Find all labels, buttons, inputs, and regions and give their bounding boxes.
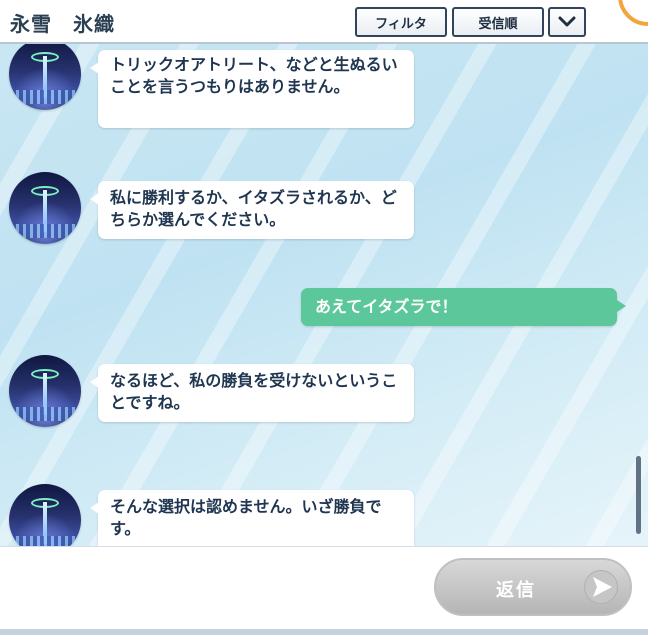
my-message-bubble: あえてイタズラで！ bbox=[301, 288, 626, 326]
avatar bbox=[9, 44, 81, 110]
reply-button[interactable]: 返信 bbox=[434, 558, 632, 616]
message-bubble: 私に勝利するか、イタズラされるか、どちらか選んでください。 bbox=[90, 181, 414, 239]
chevron-down-icon bbox=[558, 16, 576, 27]
send-icon bbox=[584, 570, 618, 604]
reply-label: 返信 bbox=[496, 580, 536, 601]
sort-order-button[interactable]: 受信順 bbox=[452, 7, 544, 37]
message-bubble: トリックオアトリート、などと生ぬるいことを言うつもりはありません。 bbox=[90, 50, 414, 128]
bottom-divider bbox=[0, 629, 648, 635]
message-text: トリックオアトリート、などと生ぬるいことを言うつもりはありません。 bbox=[110, 55, 398, 96]
message-text: なるほど、私の勝負を受けないということですね。 bbox=[110, 371, 398, 412]
chat-title: 永雪 氷織 bbox=[10, 12, 115, 36]
message-bubble: なるほど、私の勝負を受けないということですね。 bbox=[90, 364, 414, 422]
header-bar: 永雪 氷織 フィルタ 受信順 bbox=[0, 0, 648, 44]
corner-badge bbox=[618, 0, 648, 26]
message-bubble: そんな選択は認めません。いざ勝負です。 bbox=[90, 490, 414, 546]
filter-button[interactable]: フィルタ bbox=[355, 7, 447, 37]
message-text: 私に勝利するか、イタズラされるか、どちらか選んでください。 bbox=[110, 188, 397, 229]
chat-area[interactable]: トリックオアトリート、などと生ぬるいことを言うつもりはありません。 私に勝利する… bbox=[0, 44, 648, 546]
sort-dropdown-button[interactable] bbox=[548, 7, 586, 37]
message-text: そんな選択は認めません。いざ勝負です。 bbox=[110, 497, 382, 538]
message-text: あえてイタズラで！ bbox=[315, 297, 458, 316]
reply-footer: 返信 bbox=[0, 546, 648, 635]
avatar bbox=[9, 355, 81, 427]
avatar bbox=[9, 484, 81, 546]
scrollbar[interactable] bbox=[636, 456, 641, 534]
avatar bbox=[9, 172, 81, 244]
